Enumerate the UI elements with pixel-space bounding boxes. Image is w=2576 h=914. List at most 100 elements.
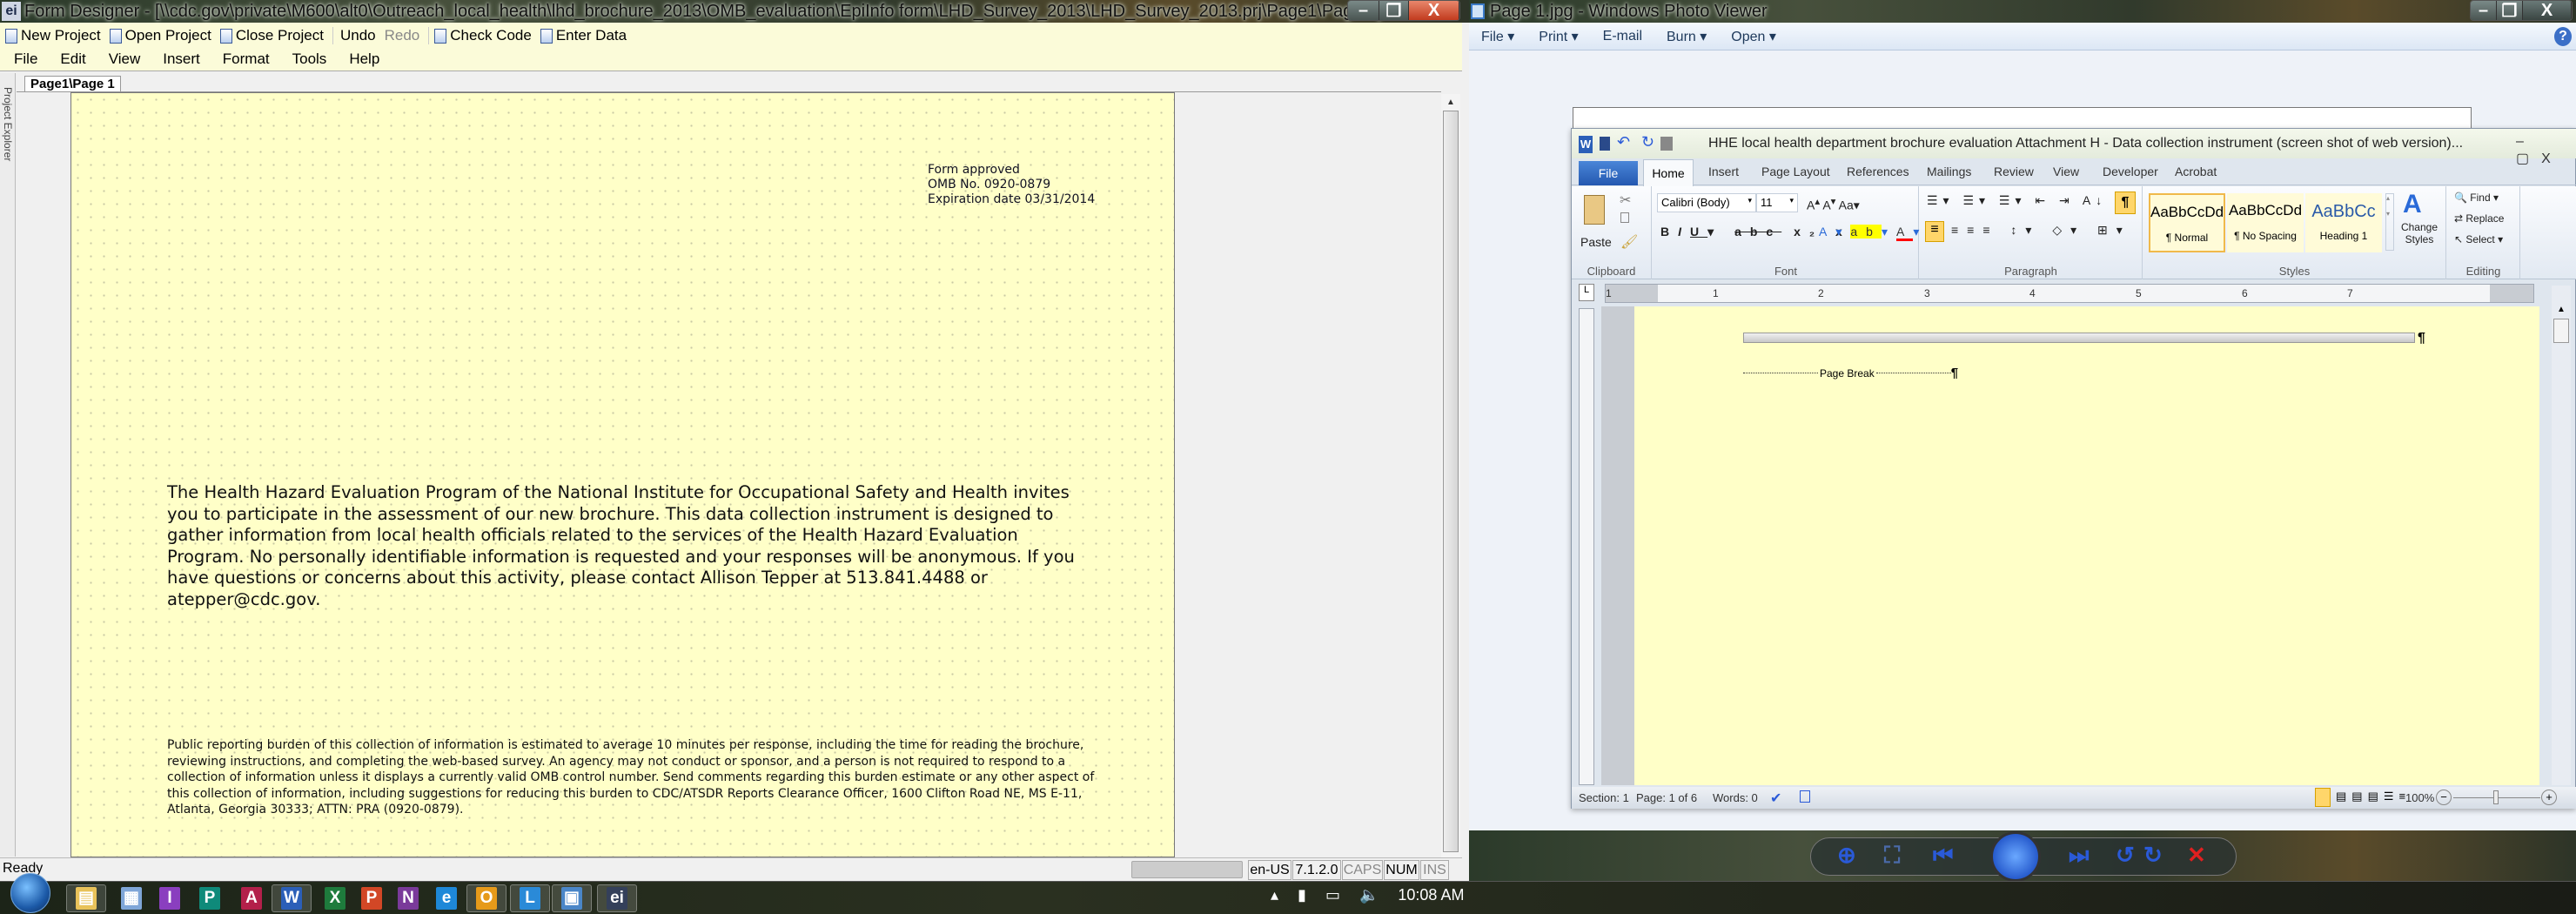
menu-insert[interactable]: Insert	[163, 50, 200, 68]
word-tab-file[interactable]: File	[1579, 161, 1638, 185]
taskbar-word-button[interactable]: W	[272, 884, 312, 912]
start-button[interactable]	[10, 873, 50, 913]
taskbar-epi-info-button[interactable]: ei	[597, 884, 637, 912]
volume-icon[interactable]: 🔈	[1359, 886, 1379, 904]
grow-font-icon[interactable]: A▴ A▾ Aa▾	[1807, 195, 1860, 213]
view-buttons[interactable]: ▤▤▤☰≡	[2336, 790, 2411, 803]
font-size-select[interactable]: 11 ▾	[1756, 193, 1798, 212]
taskbar-lync-button[interactable]: L	[510, 884, 550, 912]
taskbar-onenote-button[interactable]: N	[388, 884, 428, 912]
taskbar-powerpoint-button[interactable]: P	[352, 884, 392, 912]
paste-button[interactable]: Paste	[1580, 235, 1612, 249]
pv-maximize-button[interactable]: ❐	[2497, 1, 2523, 20]
zoom-icon[interactable]: ⊕	[1837, 842, 1856, 869]
pv-menu-file[interactable]: File ▾	[1481, 28, 1514, 45]
align-left-button[interactable]: ≡	[1925, 221, 1944, 242]
project-explorer-tab[interactable]: Project Explorer	[0, 73, 16, 857]
power-icon[interactable]: ▮	[1298, 886, 1306, 904]
undo-icon[interactable]: ↶	[1617, 133, 1630, 151]
slideshow-button[interactable]	[1990, 831, 2041, 882]
taskbar-access-button[interactable]: A	[231, 884, 272, 912]
show-hidden-icons[interactable]: ▴	[1271, 886, 1278, 904]
macro-icon[interactable]	[1800, 790, 1810, 803]
pv-menu-burn[interactable]: Burn ▾	[1667, 28, 1707, 45]
copy-icon[interactable]	[1620, 212, 1629, 223]
cut-icon[interactable]: ✂	[1620, 192, 1631, 209]
ruler-toggle[interactable]: L	[1579, 284, 1594, 301]
paste-icon[interactable]	[1584, 195, 1605, 225]
print-icon[interactable]	[1660, 137, 1673, 151]
menu-help[interactable]: Help	[349, 50, 379, 68]
font-name-select[interactable]: Calibri (Body) ▾	[1657, 193, 1756, 212]
style-heading-1[interactable]: AaBbCc Heading 1	[2305, 193, 2382, 252]
zoom-slider-thumb[interactable]	[2493, 790, 2499, 804]
font-color-icons[interactable]: A▾ab▾A▾	[1819, 225, 1928, 241]
word-tab-developer[interactable]: Developer	[2103, 161, 2158, 183]
network-icon[interactable]: ▭	[1325, 886, 1340, 904]
check-code-button[interactable]: Check Code	[428, 27, 532, 44]
scroll-thumb[interactable]	[2553, 319, 2569, 343]
find-button[interactable]: 🔍 Find ▾	[2454, 192, 2499, 204]
scroll-up-arrow[interactable]: ▲	[2557, 305, 2566, 314]
word-tab-mailings[interactable]: Mailings	[1927, 161, 1971, 183]
show-formatting-button[interactable]: ¶	[2115, 192, 2136, 214]
minimize-button[interactable]: –	[1348, 1, 1379, 20]
word-tab-acrobat[interactable]: Acrobat	[2175, 161, 2217, 183]
menu-file[interactable]: File	[14, 50, 37, 68]
rotate-right-icon[interactable]: ↻	[2143, 842, 2163, 869]
taskbar-infopath-button[interactable]: I	[150, 884, 190, 912]
zoom-out-button[interactable]: −	[2436, 790, 2452, 805]
word-tab-page-layout[interactable]: Page Layout	[1761, 161, 1830, 183]
help-icon[interactable]: ?	[2554, 27, 2572, 46]
align-icons[interactable]: ≡≡≡ ↕▾ ◇▾ ⊞▾	[1951, 223, 2131, 238]
word-tab-references[interactable]: References	[1847, 161, 1909, 183]
menu-view[interactable]: View	[109, 50, 141, 68]
word-tab-view[interactable]: View	[2053, 161, 2079, 183]
format-painter-icon[interactable]: 🖌	[1620, 233, 1638, 251]
replace-button[interactable]: ⇄ Replace	[2454, 212, 2504, 225]
previous-icon[interactable]: ⏮	[1933, 842, 1953, 870]
delete-icon[interactable]: ✕	[2187, 842, 2206, 869]
undo-button[interactable]: Undo	[332, 27, 376, 44]
word-tab-insert[interactable]: Insert	[1708, 161, 1739, 183]
taskbar-windows-explorer-button[interactable]: ▤	[66, 884, 106, 912]
next-icon[interactable]: ⏭	[2069, 842, 2089, 870]
print-layout-button[interactable]	[2315, 788, 2331, 807]
restore-button[interactable]: ❐	[1379, 1, 1409, 20]
menu-format[interactable]: Format	[223, 50, 270, 68]
style-normal[interactable]: AaBbCcDd ¶ Normal	[2149, 193, 2225, 252]
word-tab-home[interactable]: Home	[1643, 159, 1694, 186]
taskbar-calculator-button[interactable]: ▦	[111, 884, 151, 912]
pv-menu-print[interactable]: Print ▾	[1539, 28, 1578, 45]
styles-scroll[interactable]: ▴ ▾	[2385, 193, 2394, 251]
change-styles-button[interactable]: Change Styles	[2398, 221, 2441, 245]
change-styles-icon[interactable]: A	[2403, 190, 2422, 219]
rotate-left-icon[interactable]: ↺	[2116, 842, 2135, 869]
enter-data-button[interactable]: Enter Data	[540, 27, 627, 44]
style-no-spacing[interactable]: AaBbCcDd ¶ No Spacing	[2227, 193, 2304, 252]
pv-minimize-button[interactable]: –	[2471, 1, 2497, 20]
word-vertical-scrollbar[interactable]: ▲	[2552, 286, 2571, 785]
scroll-up-arrow[interactable]: ▲	[1446, 97, 1455, 107]
clock[interactable]: 10:08 AM	[1398, 886, 1464, 904]
menu-edit[interactable]: Edit	[60, 50, 85, 68]
pv-menu-open[interactable]: Open ▾	[1731, 28, 1776, 45]
open-project-button[interactable]: Open Project	[109, 27, 211, 44]
close-button[interactable]: X	[1409, 1, 1459, 20]
close-project-button[interactable]: Close Project	[219, 27, 324, 44]
redo-button[interactable]: Redo	[385, 27, 420, 44]
taskbar-photo-viewer-button[interactable]: ▣	[552, 884, 592, 912]
taskbar-excel-button[interactable]: X	[315, 884, 355, 912]
taskbar-publisher-button[interactable]: P	[190, 884, 230, 912]
word-tab-review[interactable]: Review	[1994, 161, 2034, 183]
page-tab[interactable]: Page1\Page 1	[24, 76, 121, 91]
taskbar-internet-explorer-button[interactable]: e	[426, 884, 466, 912]
list-icons[interactable]: ☰▾ ☰▾ ☰▾ ⇤ ⇥ A↓	[1927, 193, 2107, 208]
select-button[interactable]: ↖ Select ▾	[2454, 233, 2503, 245]
save-icon[interactable]	[1600, 137, 1610, 151]
taskbar-outlook-button[interactable]: O	[466, 884, 506, 912]
vertical-scrollbar[interactable]: ▲	[1441, 94, 1460, 857]
proofing-icon[interactable]: ✔	[1770, 790, 1781, 807]
new-project-button[interactable]: New Project	[5, 27, 101, 44]
actual-size-icon[interactable]: ⛶	[1884, 842, 1900, 870]
